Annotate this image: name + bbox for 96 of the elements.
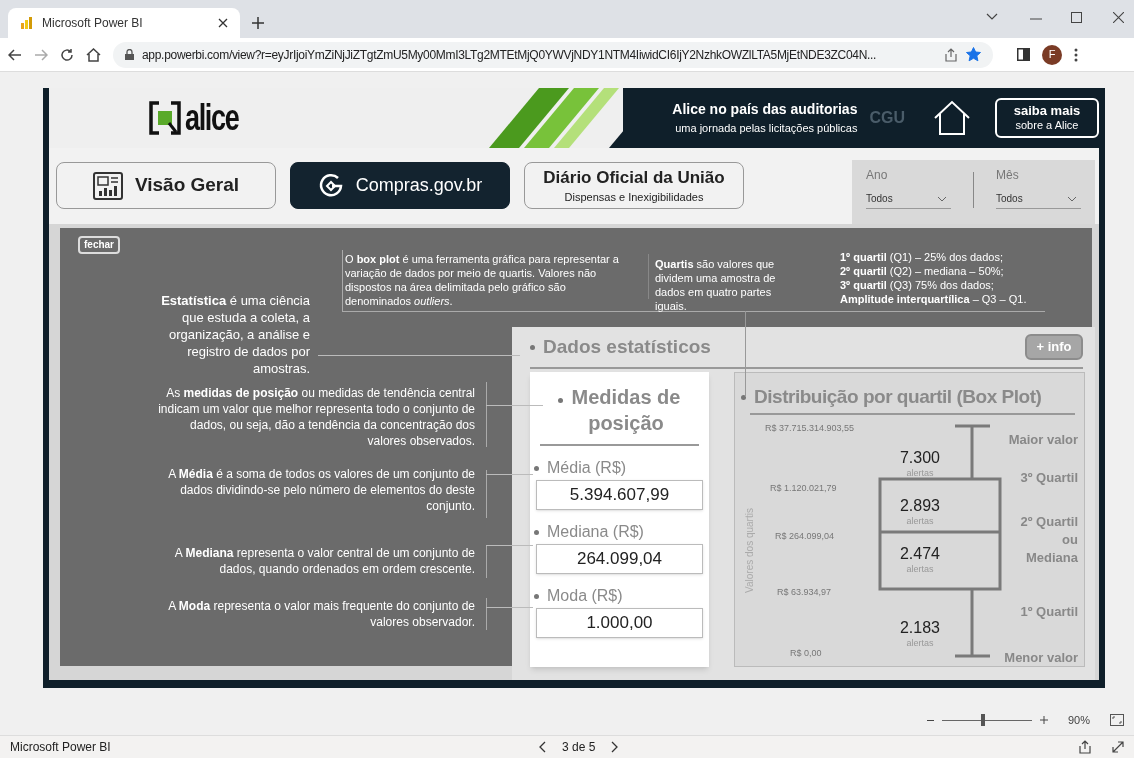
annotation-text: Estatística é uma ciência que estuda a coleta, a organização, a análise e registro de dados por amostras. [160, 292, 310, 377]
annotation-text: As medidas de posição ou medidas de tendência central indicam um valor que melhor representa todo o conjunto de dados, ou seja, dão a tendência da concentração dos valores observados. [157, 385, 475, 449]
count-unit: alertas [906, 467, 934, 480]
section-title: Dados estatísticos [543, 334, 711, 359]
measure-value: 1.000,00 [536, 608, 703, 638]
filter-dropdown[interactable]: Todos [995, 189, 1081, 209]
share-icon[interactable] [944, 47, 958, 62]
annotation-text: Quartis são valores que dividem uma amostra de dados em quatro partes iguais. [655, 257, 777, 313]
more-icon[interactable] [1074, 47, 1078, 62]
dashboard-icon [92, 171, 123, 200]
zoom-percent: 90% [1067, 712, 1090, 728]
maximize-icon[interactable] [1071, 12, 1082, 23]
back-icon[interactable] [8, 48, 22, 61]
bullet-icon [534, 529, 539, 535]
quartile-value: R$ 264.099,04 [775, 530, 835, 543]
bullet-icon [534, 465, 539, 471]
quartile-value: R$ 1.120.021,79 [770, 482, 837, 495]
brand-icon [317, 172, 344, 199]
tab-title: Diário Oficial da União [543, 166, 725, 188]
measure-value: 264.099,04 [536, 544, 703, 574]
profile-avatar[interactable]: F [1042, 44, 1062, 65]
zoom-in-icon[interactable] [1039, 716, 1048, 724]
card-title: Distribuição por quartil (Box Plot) [754, 385, 1042, 409]
address-bar[interactable]: app.powerbi.com/view?r=eyJrIjoiYmZiNjJiZTgtZmU5My00MmI3LTg2MTEtMjQ0YWVjNDY1NTM4IiwidCI6IjY2NzhkOWZlLTA5MjEtNDE3ZC04N... [113, 41, 993, 68]
alert-count: 7.300 [899, 449, 940, 467]
faint-logo-text: CGU [869, 108, 905, 128]
zoom-slider[interactable] [941, 714, 1032, 726]
nav-tab[interactable]: Visão Geral [56, 162, 276, 209]
leader-line [486, 607, 533, 608]
next-page-icon[interactable] [611, 741, 620, 753]
leader-line [486, 545, 533, 546]
bullet-icon [558, 398, 563, 403]
about-button[interactable]: saiba mais sobre a Alice [995, 98, 1099, 138]
close-icon[interactable] [218, 18, 228, 28]
nav-tab[interactable]: Diário Oficial da União Dispensas e Inexigibilidades [524, 162, 744, 209]
report-subtitle: uma jornada pelas licitações públicas [675, 121, 858, 137]
caret-icon [1067, 195, 1077, 202]
bullet-icon [534, 593, 539, 599]
lock-icon [125, 49, 134, 60]
alert-count: 2.893 [899, 497, 940, 515]
card-title: Medidas de posição [571, 385, 681, 436]
share-icon[interactable] [1078, 740, 1092, 754]
count-unit: alertas [906, 563, 934, 576]
annotation-text: 3º quartil (Q3) 75% dos dados; [840, 278, 995, 292]
quartile-label: 3º Quartil [1019, 469, 1078, 487]
leader-line [486, 405, 543, 406]
page-indicator: 3 de 5 [562, 739, 596, 756]
app-name: Microsoft Power BI [10, 739, 112, 756]
previous-page-icon[interactable] [538, 741, 546, 753]
bullet-icon [530, 344, 535, 350]
filter-label: Ano [866, 167, 889, 184]
annotation-text: O box plot é uma ferramenta gráfica para representar a variação de dados por meio de quartis. Valores não dispostos na área delimitada pelo gráfico são denominados outliers. [345, 252, 620, 308]
annotation-text: Amplitude interquartílica – Q3 – Q1. [840, 292, 1027, 306]
quartile-value: R$ 37.715.314.903,55 [765, 422, 855, 435]
quartile-value: R$ 0,00 [790, 647, 822, 660]
annotation-text: 1º quartil (Q1) – 25% dos dados; [840, 250, 1004, 264]
quartile-label: 2º Quartil ou Mediana [1019, 513, 1078, 567]
count-unit: alertas [906, 637, 934, 650]
annotation-text: A Média é a soma de todos os valores de um conjunto de dados dividindo-se pelo número de elementos do deste conjunto. [167, 466, 475, 514]
browser-tab[interactable]: Microsoft Power BI [8, 8, 240, 38]
annotation-text: A Moda representa o valor mais frequente do conjunto de valores observador. [167, 598, 475, 630]
annotation-text: A Mediana representa o valor central de um conjunto de dados, quando ordenados em ordem crescente. [173, 545, 475, 577]
fit-page-icon[interactable] [1110, 714, 1124, 726]
reload-icon[interactable] [60, 47, 74, 62]
bookmark-star-icon[interactable] [966, 47, 981, 62]
quartile-value: R$ 63.934,97 [777, 586, 832, 599]
logo-text: alice [185, 100, 239, 136]
measure-label: Moda (R$) [547, 586, 623, 606]
power-bi-icon [20, 16, 34, 30]
close-window-icon[interactable] [1113, 12, 1124, 23]
logo-icon [149, 101, 181, 135]
home-icon[interactable] [86, 47, 101, 62]
quartile-label: Maior valor [1007, 431, 1078, 449]
filter-label: Mês [995, 167, 1020, 184]
measure-label: Mediana (R$) [547, 522, 644, 542]
count-unit: alertas [906, 515, 934, 528]
new-tab-icon[interactable] [252, 17, 264, 29]
bullet-icon [741, 394, 746, 400]
filter-dropdown[interactable]: Todos [866, 189, 952, 209]
nav-tab[interactable]: Compras.gov.br [290, 162, 510, 209]
alert-count: 2.474 [899, 545, 940, 563]
caret-icon [937, 195, 948, 202]
side-panel-icon[interactable] [1017, 48, 1030, 61]
quartile-label: 1º Quartil [1019, 603, 1078, 621]
measure-value: 5.394.607,99 [536, 480, 703, 510]
expand-icon[interactable] [1112, 741, 1124, 753]
quartile-label: Menor valor [1003, 649, 1078, 667]
close-button[interactable]: fechar [78, 236, 120, 254]
report-title: Alice no país das auditorias [672, 100, 858, 120]
annotation-text: 2º quartil (Q2) – mediana – 50%; [840, 264, 1005, 278]
zoom-out-icon[interactable] [926, 718, 934, 722]
tab-subtitle: Dispensas e Inexigibilidades [564, 190, 704, 205]
leader-line [486, 474, 533, 475]
measure-label: Média (R$) [547, 458, 627, 478]
tab-list-icon[interactable] [986, 13, 998, 21]
alert-count: 2.183 [899, 619, 940, 637]
